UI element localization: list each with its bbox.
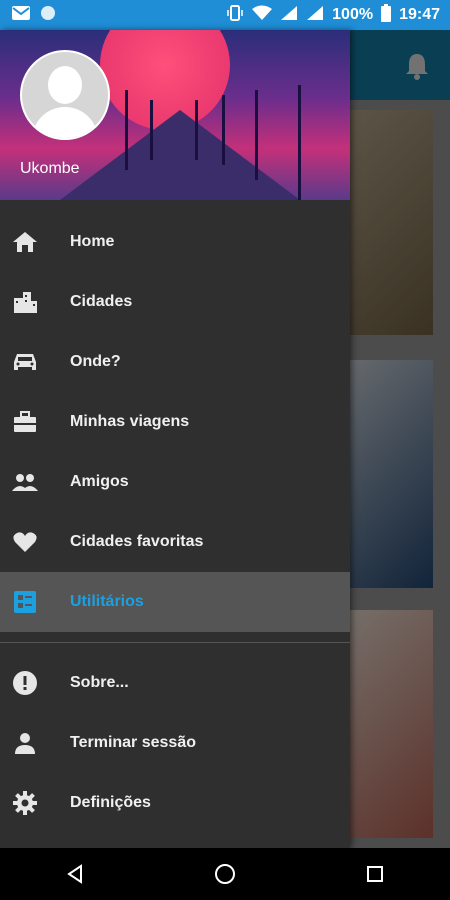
list-icon [0,590,70,614]
palm-decoration [255,90,258,180]
back-icon[interactable] [45,864,105,884]
home-icon [0,230,70,254]
clock: 19:47 [399,6,440,23]
home-circle-icon[interactable] [195,863,255,885]
drawer-item-label: Minhas viagens [70,413,190,430]
drawer-item-utilitarios[interactable]: Utilitários [0,572,350,632]
drawer-item-minhas-viagens[interactable]: Minhas viagens [0,392,350,452]
signal-icon [306,5,324,26]
drawer-item-onde[interactable]: Onde? [0,332,350,392]
city-icon [0,290,70,314]
system-nav-bar [0,848,450,900]
alert-icon [0,670,70,696]
drawer-item-amigos[interactable]: Amigos [0,452,350,512]
drawer-item-label: Definições [70,794,151,811]
drawer-item-label: Onde? [70,353,121,370]
signal-icon [280,5,298,26]
drawer-item-cidades-favoritas[interactable]: Cidades favoritas [0,512,350,572]
chat-bubble-icon [40,5,56,26]
drawer-menu: Home Cidades Onde? Minhas viagens Amigos [0,212,350,833]
battery-percent: 100% [332,6,374,23]
wifi-icon [252,5,273,26]
drawer-item-terminar-sessao[interactable]: Terminar sessão [0,713,350,773]
username: Ukombe [20,160,80,177]
car-icon [0,351,70,373]
drawer-item-home[interactable]: Home [0,212,350,272]
status-bar: 100% 19:47 [0,0,450,30]
drawer-header: Ukombe [0,30,350,200]
drawer-item-label: Cidades favoritas [70,533,204,550]
drawer-item-label: Terminar sessão [70,734,196,751]
drawer-item-label: Home [70,233,115,250]
drawer-item-label: Utilitários [70,593,144,610]
briefcase-icon [0,410,70,434]
drawer-divider [0,642,350,643]
drawer-item-label: Amigos [70,473,129,490]
palm-decoration [195,100,198,160]
palm-decoration [222,95,225,165]
person-icon [0,731,70,755]
battery-icon [381,3,392,27]
drawer-item-label: Cidades [70,293,133,310]
recents-icon[interactable] [345,865,405,883]
drawer-item-definicoes[interactable]: Definições [0,773,350,833]
drawer-item-cidades[interactable]: Cidades [0,272,350,332]
drawer-item-label: Sobre... [70,674,129,691]
drawer-item-sobre[interactable]: Sobre... [0,653,350,713]
people-icon [0,472,70,492]
navigation-drawer: Ukombe Home Cidades Onde? Minhas viagens [0,30,350,848]
mail-icon [12,5,30,25]
gear-icon [0,790,70,816]
palm-decoration [150,100,153,160]
palm-decoration [298,85,301,200]
avatar[interactable] [20,50,110,140]
heart-icon [0,530,70,554]
vibrate-icon [226,4,244,27]
palm-decoration [125,90,128,170]
